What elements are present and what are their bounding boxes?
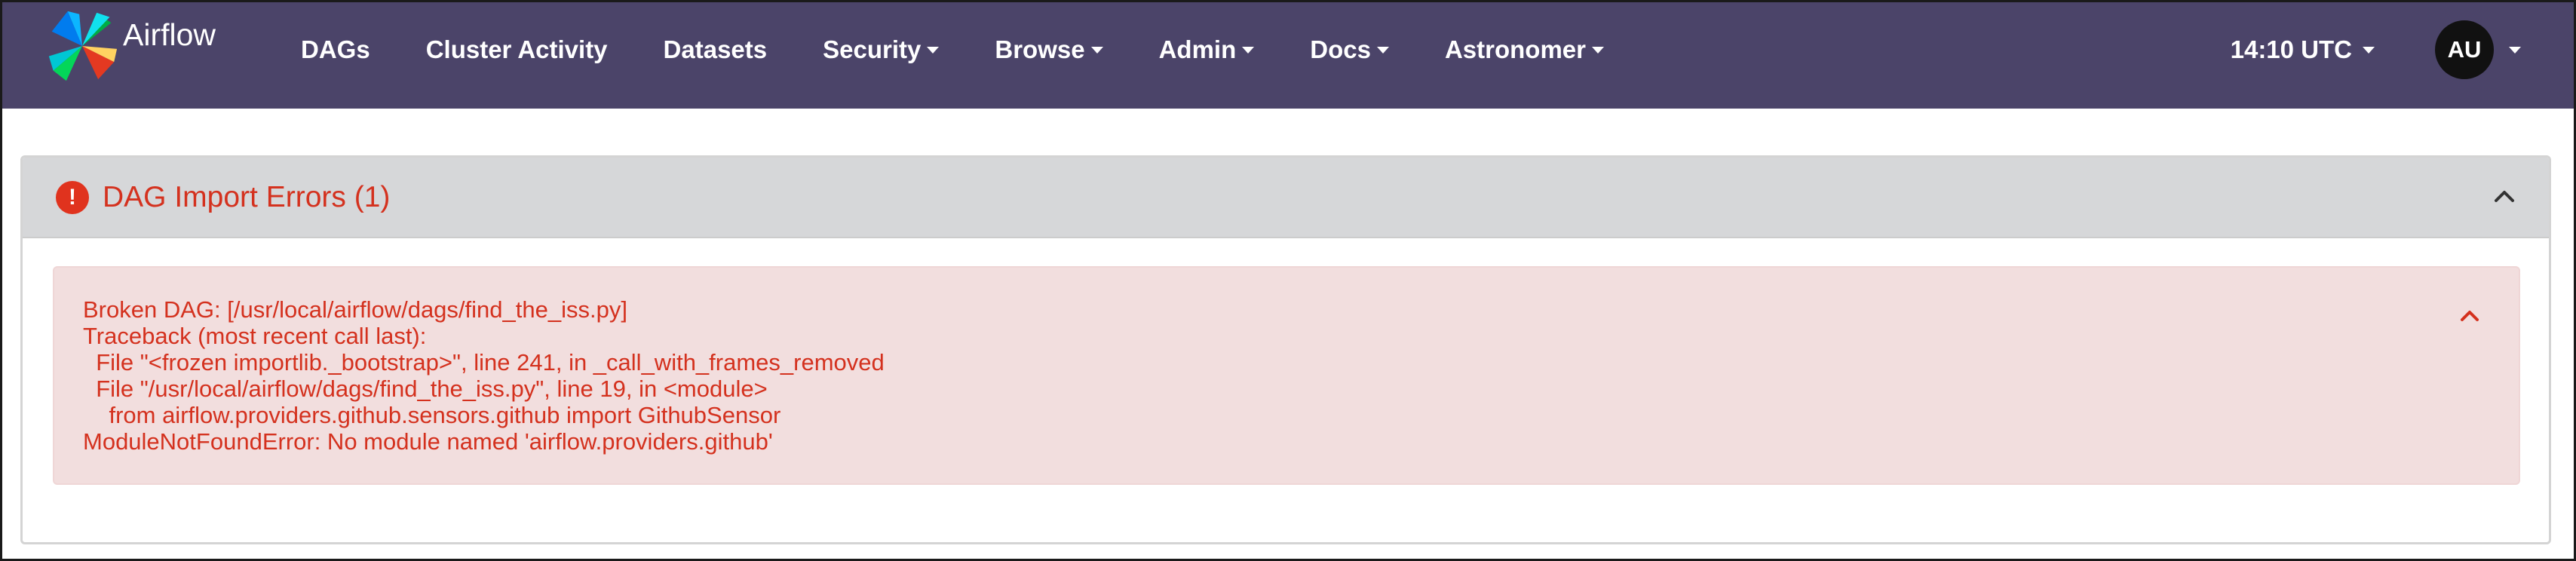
alert-collapse-chevron-up-icon[interactable] [2458, 304, 2481, 326]
error-traceback: Broken DAG: [/usr/local/airflow/dags/fin… [83, 296, 885, 455]
error-exclamation-icon: ! [56, 180, 89, 214]
nav-docs-menu[interactable]: Docs [1310, 35, 1389, 64]
main-nav: DAGs Cluster Activity Datasets Security … [301, 2, 1660, 97]
caret-down-icon [927, 46, 940, 54]
error-line: Broken DAG: [/usr/local/airflow/dags/fin… [83, 296, 627, 323]
nav-right: 14:10 UTC AU [2231, 2, 2521, 97]
caret-down-icon [1242, 46, 1255, 54]
clock-time: 14:10 UTC [2230, 35, 2352, 63]
nav-cluster-activity-label: Cluster Activity [425, 35, 608, 63]
timezone-menu[interactable]: 14:10 UTC [2231, 35, 2375, 64]
broken-dag-alert: Broken DAG: [/usr/local/airflow/dags/fin… [53, 266, 2520, 485]
error-line: File "<frozen importlib._bootstrap>", li… [83, 349, 885, 376]
error-line: ModuleNotFoundError: No module named 'ai… [83, 428, 773, 455]
nav-admin-label: Admin [1158, 35, 1237, 63]
nav-dags-label: DAGs [301, 35, 370, 63]
nav-security-label: Security [823, 35, 922, 63]
airflow-brand[interactable]: Airflow [46, 10, 216, 85]
panel-header[interactable]: ! DAG Import Errors (1) [23, 158, 2549, 238]
user-menu-caret-icon[interactable] [2509, 46, 2521, 54]
top-navbar: Airflow DAGs Cluster Activity Datasets S… [2, 2, 2574, 109]
panel-title: DAG Import Errors (1) [103, 180, 391, 213]
caret-down-icon [1591, 46, 1604, 54]
nav-browse-label: Browse [995, 35, 1085, 63]
nav-docs-label: Docs [1310, 35, 1371, 63]
error-line: File "/usr/local/airflow/dags/find_the_i… [83, 376, 768, 402]
nav-datasets[interactable]: Datasets [664, 35, 768, 64]
caret-down-icon [1090, 46, 1103, 54]
nav-admin-menu[interactable]: Admin [1159, 35, 1255, 64]
user-avatar[interactable]: AU [2435, 20, 2494, 79]
caret-down-icon [2363, 46, 2375, 54]
brand-name: Airflow [123, 17, 216, 52]
nav-dags[interactable]: DAGs [301, 35, 370, 64]
caret-down-icon [1376, 46, 1389, 54]
collapse-chevron-up-icon[interactable] [2492, 183, 2517, 209]
nav-datasets-label: Datasets [663, 35, 768, 63]
nav-cluster-activity[interactable]: Cluster Activity [426, 35, 608, 64]
nav-astronomer-label: Astronomer [1444, 35, 1586, 63]
nav-security-menu[interactable]: Security [823, 35, 940, 64]
nav-astronomer-menu[interactable]: Astronomer [1445, 35, 1604, 64]
airflow-pinwheel-logo-icon [46, 10, 118, 86]
app-frame: Airflow DAGs Cluster Activity Datasets S… [0, 0, 2576, 561]
dag-import-errors-panel: ! DAG Import Errors (1) Broken DAG: [/us… [20, 155, 2551, 544]
nav-browse-menu[interactable]: Browse [995, 35, 1103, 64]
error-line: Traceback (most recent call last): [83, 323, 427, 349]
error-line: from airflow.providers.github.sensors.gi… [83, 402, 781, 428]
